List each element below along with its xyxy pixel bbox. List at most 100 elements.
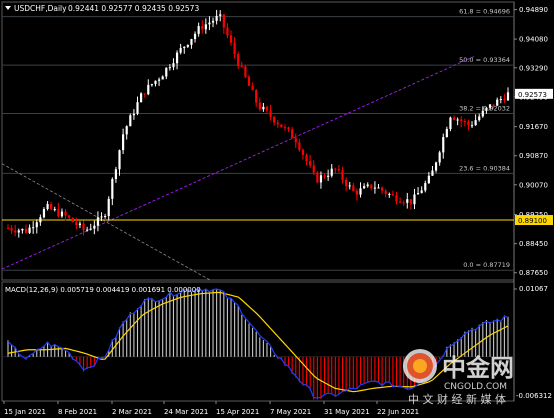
candle-body xyxy=(208,22,211,25)
candles xyxy=(6,9,510,238)
candle-body xyxy=(273,116,276,123)
candle-body xyxy=(32,227,35,229)
candle-body xyxy=(247,76,251,86)
candle-body xyxy=(165,67,168,77)
candle-body xyxy=(222,14,225,28)
trendline-up xyxy=(1,56,475,270)
candle-body xyxy=(395,195,398,202)
candle-body xyxy=(492,104,495,106)
candle-body xyxy=(125,126,128,135)
candle-body xyxy=(442,137,445,153)
date-label: 2 Mar 2021 xyxy=(112,408,152,416)
candle-body xyxy=(467,121,470,126)
candle-body xyxy=(478,116,481,121)
candle-body xyxy=(434,162,438,171)
candle-body xyxy=(150,84,153,86)
candle-body xyxy=(114,169,118,180)
chart-symbol: USDCHF,Daily xyxy=(14,4,67,13)
candle-body xyxy=(309,161,312,166)
candle-body xyxy=(305,154,308,162)
macd-axis-top: 0.01067 xyxy=(519,285,548,293)
candle-body xyxy=(470,125,474,127)
candle-body xyxy=(388,193,391,195)
candle-body xyxy=(143,93,146,95)
price-tick-label: 0.94080 xyxy=(519,36,548,44)
candle-body xyxy=(287,127,290,130)
candle-body xyxy=(283,127,287,129)
candle-body xyxy=(398,201,402,203)
candle-body xyxy=(82,223,85,230)
candle-body xyxy=(438,152,441,163)
candle-body xyxy=(370,184,373,189)
candle-body xyxy=(301,149,305,155)
candle-body xyxy=(186,44,189,47)
candle-body xyxy=(168,67,171,69)
candle-body xyxy=(265,106,269,111)
candle-body xyxy=(157,79,161,81)
candle-body xyxy=(269,110,272,117)
candle-body xyxy=(75,222,78,226)
candle-body xyxy=(341,170,344,180)
candle-body xyxy=(431,170,434,176)
candle-body xyxy=(39,217,42,223)
fib-label: 61.8 = 0.94696 xyxy=(459,8,510,16)
candle-body xyxy=(255,90,258,103)
candle-body xyxy=(233,42,236,55)
candle-body xyxy=(86,229,89,231)
candle-body xyxy=(291,129,294,139)
candle-body xyxy=(319,175,323,183)
candle-body xyxy=(104,216,107,218)
candle-body xyxy=(384,190,387,195)
date-label: 24 Mar 2021 xyxy=(164,408,208,416)
candle-body xyxy=(366,184,369,187)
candle-body xyxy=(424,183,427,191)
price-tick-label: 0.87650 xyxy=(519,269,548,277)
date-label: 7 May 2021 xyxy=(270,408,311,416)
candle-body xyxy=(406,199,409,203)
candle-body xyxy=(6,228,10,230)
candle-body xyxy=(53,209,56,211)
current-price-label: 0.92573 xyxy=(518,91,547,99)
price-tick-label: 0.94890 xyxy=(519,6,548,14)
candle-body xyxy=(377,187,380,189)
candle-body xyxy=(298,142,301,150)
macd-pane xyxy=(1,281,515,402)
candle-body xyxy=(190,39,193,45)
candle-body xyxy=(316,172,319,183)
fib-label: 38.2 = 0.92032 xyxy=(459,104,510,112)
candle-body xyxy=(449,117,452,130)
candle-body xyxy=(111,179,114,199)
candle-body xyxy=(355,190,359,195)
candle-body xyxy=(496,99,499,106)
candle-body xyxy=(240,66,243,68)
candle-body xyxy=(35,222,38,228)
candle-body xyxy=(136,102,139,114)
date-label: 22 Jun 2021 xyxy=(377,408,419,416)
candle-body xyxy=(334,168,337,170)
candle-body xyxy=(488,104,492,108)
candle-body xyxy=(237,54,240,67)
candle-body xyxy=(172,63,175,68)
chevron-down-icon[interactable] xyxy=(5,6,11,10)
candle-body xyxy=(276,122,279,125)
candle-body xyxy=(154,80,157,85)
candle-body xyxy=(499,98,502,100)
candle-body xyxy=(363,186,366,189)
candle-body xyxy=(330,168,333,176)
candle-body xyxy=(416,193,420,195)
price-tick-label: 0.90870 xyxy=(519,152,548,160)
candle-body xyxy=(175,52,179,64)
fib-label: 0.0 = 0.87719 xyxy=(463,261,510,269)
candle-body xyxy=(89,228,92,230)
candle-body xyxy=(219,14,222,16)
candle-body xyxy=(485,107,488,111)
candle-body xyxy=(147,84,150,95)
candle-body xyxy=(262,106,265,110)
date-label: 31 May 2021 xyxy=(324,408,370,416)
candle-body xyxy=(201,26,204,30)
candle-body xyxy=(413,194,416,205)
date-label: 15 Apr 2021 xyxy=(216,408,259,416)
candle-body xyxy=(96,217,100,226)
trading-chart[interactable]: 61.8 = 0.94696 50.0 = 0.93364 38.2 = 0.920… xyxy=(0,0,554,418)
macd-label: MACD(12,26,9) 0.005719 0.004419 0.001691… xyxy=(5,286,201,294)
